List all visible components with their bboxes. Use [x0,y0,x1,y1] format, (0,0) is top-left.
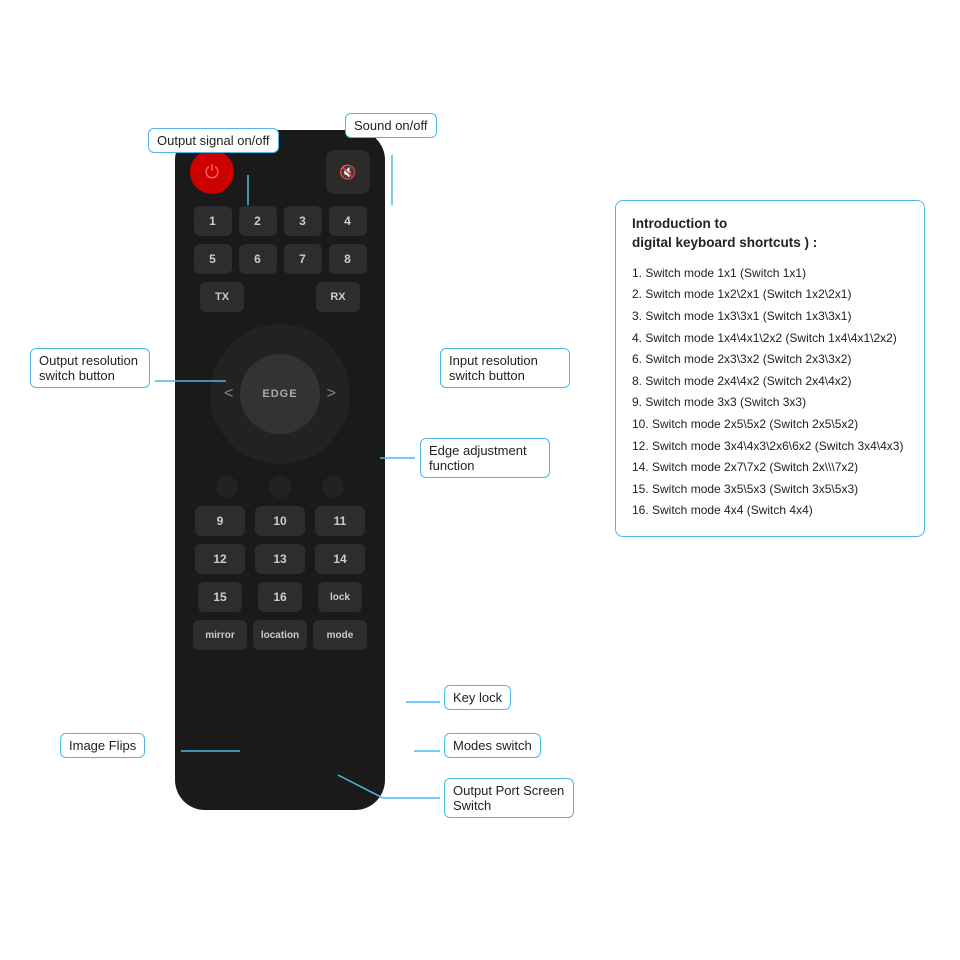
power-button[interactable]: ⏻ [190,150,234,194]
info-item-14: 14. Switch mode 2x7\7x2 (Switch 2x\\\7x2… [632,457,908,479]
mode-button[interactable]: mode [313,620,367,650]
info-title: Introduction todigital keyboard shortcut… [632,215,908,253]
image-flips-annotation: Image Flips [60,733,145,758]
num-row-1to4: 1 2 3 4 [190,206,370,236]
arrow-left-icon[interactable]: < [224,385,233,403]
output-signal-label: Output signal on/off [148,128,279,153]
output-port-screen-label: Output Port Screen Switch [444,778,574,818]
num-btn-7[interactable]: 7 [284,244,322,274]
output-signal-annotation: Output signal on/off [148,128,279,153]
output-port-screen-annotation: Output Port Screen Switch [444,778,574,818]
edge-adjustment-label: Edge adjustment function [420,438,550,478]
input-resolution-label: Input resolution switch button [440,348,570,388]
num-btn-4[interactable]: 4 [329,206,367,236]
location-button[interactable]: location [253,620,307,650]
output-resolution-label: Output resolution switch button [30,348,150,388]
main-container: ⏻ 🔇 1 2 3 4 5 6 7 8 TX RX < EDGE [0,0,960,960]
info-item-9: 9. Switch mode 3x3 (Switch 3x3) [632,392,908,414]
edge-circle: < EDGE > [210,324,350,464]
mute-icon: 🔇 [339,164,356,181]
output-resolution-annotation: Output resolution switch button [30,348,150,388]
mute-button[interactable]: 🔇 [326,150,370,194]
num-btn-10[interactable]: 10 [255,506,305,536]
info-item-16: 16. Switch mode 4x4 (Switch 4x4) [632,500,908,522]
modes-switch-annotation: Modes switch [444,733,541,758]
arrow-right-icon[interactable]: > [327,385,336,403]
info-item-10: 10. Switch mode 2x5\5x2 (Switch 2x5\5x2) [632,414,908,436]
modes-switch-label: Modes switch [444,733,541,758]
info-item-15: 15. Switch mode 3x5\5x3 (Switch 3x5\5x3) [632,479,908,501]
info-item-2: 2. Switch mode 1x2\2x1 (Switch 1x2\2x1) [632,284,908,306]
lock-button[interactable]: lock [318,582,362,612]
num-btn-6[interactable]: 6 [239,244,277,274]
tx-rx-row: TX RX [190,282,370,312]
dot-1 [216,476,238,498]
num-row-9to11: 9 10 11 [190,506,370,536]
mirror-button[interactable]: mirror [193,620,247,650]
num-btn-15[interactable]: 15 [198,582,242,612]
lock-row: 15 16 lock [190,582,370,612]
dot-row [190,476,370,498]
top-row: ⏻ 🔇 [190,150,370,194]
remote-control: ⏻ 🔇 1 2 3 4 5 6 7 8 TX RX < EDGE [175,130,385,810]
num-btn-14[interactable]: 14 [315,544,365,574]
bottom-row: mirror location mode [190,620,370,650]
info-item-3: 3. Switch mode 1x3\3x1 (Switch 1x3\3x1) [632,306,908,328]
power-icon: ⏻ [205,162,219,183]
num-row-5to8: 5 6 7 8 [190,244,370,274]
dot-2 [269,476,291,498]
key-lock-annotation: Key lock [444,685,511,710]
num-btn-11[interactable]: 11 [315,506,365,536]
info-item-8: 8. Switch mode 2x4\4x2 (Switch 2x4\4x2) [632,371,908,393]
num-btn-13[interactable]: 13 [255,544,305,574]
num-btn-12[interactable]: 12 [195,544,245,574]
info-item-4: 4. Switch mode 1x4\4x1\2x2 (Switch 1x4\4… [632,328,908,350]
num-btn-8[interactable]: 8 [329,244,367,274]
rx-button[interactable]: RX [316,282,360,312]
dot-3 [322,476,344,498]
info-item-1: 1. Switch mode 1x1 (Switch 1x1) [632,263,908,285]
num-btn-3[interactable]: 3 [284,206,322,236]
sound-on-off-label: Sound on/off [345,113,437,138]
num-btn-5[interactable]: 5 [194,244,232,274]
info-item-12: 12. Switch mode 3x4\4x3\2x6\6x2 (Switch … [632,436,908,458]
tx-button[interactable]: TX [200,282,244,312]
num-btn-1[interactable]: 1 [194,206,232,236]
info-item-6: 6. Switch mode 2x3\3x2 (Switch 2x3\3x2) [632,349,908,371]
sound-on-off-annotation: Sound on/off [345,113,437,138]
num-btn-9[interactable]: 9 [195,506,245,536]
edge-button[interactable]: EDGE [240,354,320,434]
num-btn-16[interactable]: 16 [258,582,302,612]
input-resolution-annotation: Input resolution switch button [440,348,570,388]
key-lock-label: Key lock [444,685,511,710]
image-flips-label: Image Flips [60,733,145,758]
info-box: Introduction todigital keyboard shortcut… [615,200,925,537]
edge-adjustment-annotation: Edge adjustment function [420,438,550,478]
info-list: 1. Switch mode 1x1 (Switch 1x1) 2. Switc… [632,263,908,522]
num-btn-2[interactable]: 2 [239,206,277,236]
num-row-12to14: 12 13 14 [190,544,370,574]
